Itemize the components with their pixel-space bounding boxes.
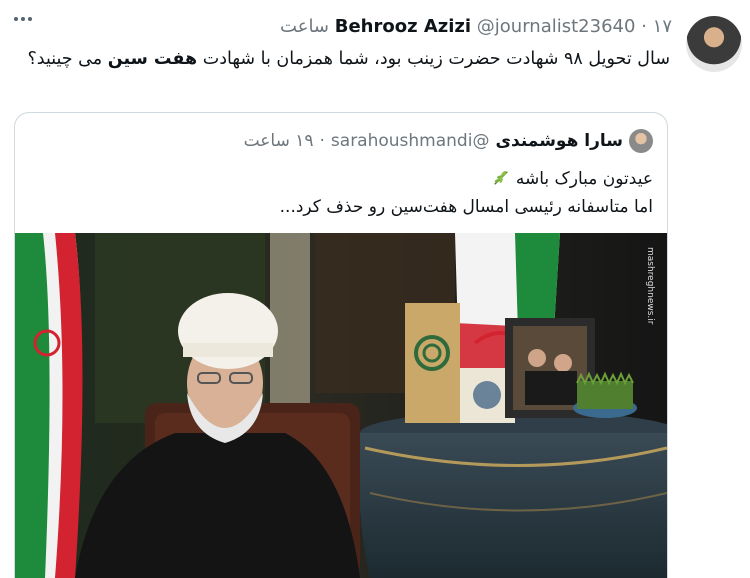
book — [405, 303, 460, 423]
quoted-media-image[interactable]: mashreghnews.ir — [15, 233, 667, 578]
more-options-icon[interactable] — [14, 14, 40, 24]
header-separator: · — [641, 16, 647, 37]
quoted-author-name[interactable]: سارا هوشمندی — [495, 131, 623, 151]
author-avatar[interactable] — [686, 16, 742, 72]
author-name[interactable]: Behrooz Azizi — [335, 16, 471, 37]
quoted-separator: · — [319, 131, 325, 151]
quoted-line-1-text: عیدتون مبارک باشه — [515, 169, 653, 189]
quoted-author-handle[interactable]: @sarahoushmandi — [331, 131, 490, 151]
media-watermark: mashreghnews.ir — [645, 247, 655, 325]
tweet-text-bold: هفت سین — [107, 49, 198, 69]
quoted-tweet[interactable]: سارا هوشمندی @sarahoushmandi · ۱۹ ساعت ع… — [14, 112, 668, 578]
tweet-text: سال تحویل ۹۸ شهادت حضرت زینب بود، شما هم… — [14, 46, 670, 72]
flag-left — [15, 233, 83, 578]
quoted-timestamp[interactable]: ۱۹ ساعت — [244, 131, 314, 151]
tweet-text-part1: سال تحویل ۹۸ شهادت حضرت زینب بود، شما هم… — [197, 49, 670, 69]
herb-emoji-icon — [494, 170, 509, 185]
quoted-avatar[interactable] — [629, 129, 653, 153]
tweet-header: Behrooz Azizi @journalist23640 · ۱۷ ساعت — [280, 16, 672, 37]
quoted-line-1: عیدتون مبارک باشه — [280, 165, 653, 193]
quoted-line-2: اما متاسفانه رئیسی امسال هفت‌سین رو حذف … — [279, 197, 653, 217]
tweet-text-part2: می چینید؟ — [27, 49, 108, 69]
author-handle[interactable]: @journalist23640 — [477, 16, 636, 37]
quoted-text: عیدتون مبارک باشه اما متاسفانه رئیسی امس… — [280, 165, 653, 221]
quoted-header: سارا هوشمندی @sarahoushmandi · ۱۹ ساعت — [244, 129, 653, 153]
table — [358, 411, 667, 578]
